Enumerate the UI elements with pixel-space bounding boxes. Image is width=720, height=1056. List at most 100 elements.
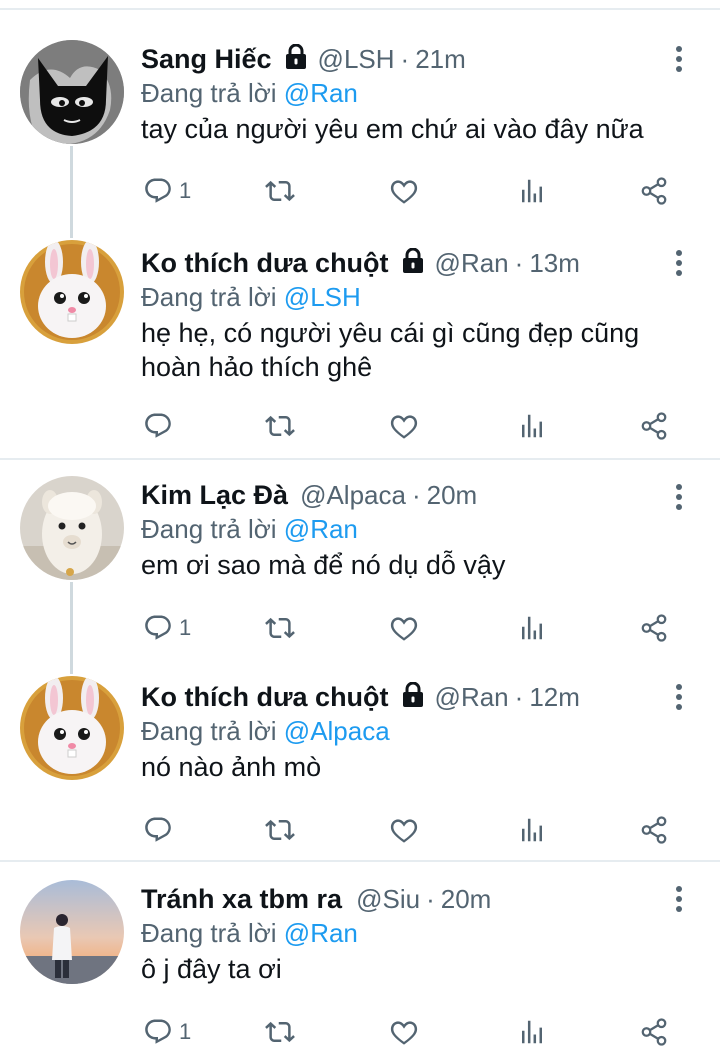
mention-link[interactable]: @Alpaca [284, 716, 390, 746]
tweet[interactable]: Ko thích dưa chuột @Ran · 12m Đang trả l… [0, 668, 720, 860]
retweet-icon [265, 613, 295, 643]
share-button[interactable] [639, 610, 669, 646]
avatar[interactable] [20, 240, 124, 344]
display-name[interactable]: Ko thích dưa chuột [141, 248, 389, 279]
avatar[interactable] [20, 40, 124, 144]
display-name[interactable]: Kim Lạc Đà [141, 480, 288, 511]
lock-icon [401, 682, 425, 708]
like-button[interactable] [389, 173, 419, 209]
share-button[interactable] [639, 173, 669, 209]
mention-link[interactable]: @LSH [284, 282, 361, 312]
tweet-text: em ơi sao mà để nó dụ dỗ vậy [141, 550, 506, 580]
stats-icon [517, 411, 547, 441]
stats-button[interactable] [517, 173, 547, 209]
reply-icon [143, 411, 173, 441]
reply-count: 1 [179, 178, 192, 203]
user-handle[interactable]: @Ran [435, 248, 509, 279]
mention-link[interactable]: @Ran [284, 514, 358, 544]
more-icon[interactable] [674, 684, 684, 714]
timestamp[interactable]: 12m [529, 682, 580, 713]
stats-button[interactable] [517, 1014, 547, 1050]
retweet-button[interactable] [265, 408, 295, 444]
stats-button[interactable] [517, 812, 547, 848]
tweet-content: Sang Hiếc @LSH · 21m Đang trả lời @Ran t… [141, 42, 660, 146]
timestamp[interactable]: 20m [441, 884, 492, 915]
heart-icon [389, 815, 419, 845]
timestamp[interactable]: 21m [415, 44, 466, 75]
like-button[interactable] [389, 610, 419, 646]
tweet-content: Kim Lạc Đà @Alpaca · 20m Đang trả lời @R… [141, 478, 660, 582]
tweet[interactable]: Ko thích dưa chuột @Ran · 13m Đang trả l… [0, 232, 720, 458]
timestamp[interactable]: 20m [427, 480, 478, 511]
tweet-text: hẹ hẹ, có người yêu cái gì cũng đẹp cũng… [141, 318, 640, 382]
display-name[interactable]: Ko thích dưa chuột [141, 682, 389, 713]
tweet[interactable]: Tránh xa tbm ra @Siu · 20m Đang trả lời … [0, 860, 720, 1056]
share-icon [639, 176, 669, 206]
retweet-button[interactable] [265, 173, 295, 209]
avatar[interactable] [20, 880, 124, 984]
tweet-content: Ko thích dưa chuột @Ran · 12m Đang trả l… [141, 680, 660, 784]
replying-to-label: Đang trả lời [141, 918, 277, 948]
display-name[interactable]: Tránh xa tbm ra [141, 884, 342, 915]
user-handle[interactable]: @Siu [356, 884, 420, 915]
avatar[interactable] [20, 476, 124, 580]
timestamp[interactable]: 13m [529, 248, 580, 279]
retweet-button[interactable] [265, 610, 295, 646]
like-button[interactable] [389, 812, 419, 848]
tweet-actions: 1 [141, 1014, 701, 1050]
reply-button[interactable]: 1 [143, 1014, 191, 1050]
tweet-actions [141, 408, 701, 444]
tweet-actions: 1 [141, 173, 701, 209]
like-button[interactable] [389, 1014, 419, 1050]
user-handle[interactable]: @Ran [435, 682, 509, 713]
tweet-text: nó nào ảnh mò [141, 752, 322, 782]
tweet[interactable]: Kim Lạc Đà @Alpaca · 20m Đang trả lời @R… [0, 458, 720, 662]
tweet[interactable]: Sang Hiếc @LSH · 21m Đang trả lời @Ran t… [0, 28, 720, 232]
separator-dot: · [514, 247, 524, 278]
stats-icon [517, 176, 547, 206]
retweet-icon [265, 1017, 295, 1047]
user-handle[interactable]: @Alpaca [300, 480, 406, 511]
tweet-actions [141, 812, 701, 848]
retweet-icon [265, 176, 295, 206]
retweet-button[interactable] [265, 812, 295, 848]
reply-button[interactable] [143, 408, 179, 444]
lock-icon [401, 248, 425, 274]
share-button[interactable] [639, 408, 669, 444]
like-button[interactable] [389, 408, 419, 444]
separator-dot: · [514, 681, 524, 712]
replying-to: Đang trả lời @LSH [141, 280, 660, 314]
replying-to: Đang trả lời @Ran [141, 916, 660, 950]
share-icon [639, 613, 669, 643]
more-icon[interactable] [674, 886, 684, 916]
tweet-header: Kim Lạc Đà @Alpaca · 20m [141, 478, 660, 512]
user-handle[interactable]: @LSH [318, 44, 395, 75]
replying-to: Đang trả lời @Ran [141, 76, 660, 110]
more-icon[interactable] [674, 250, 684, 280]
reply-button[interactable] [143, 812, 179, 848]
mention-link[interactable]: @Ran [284, 78, 358, 108]
mention-link[interactable]: @Ran [284, 918, 358, 948]
replying-to-label: Đang trả lời [141, 282, 277, 312]
share-button[interactable] [639, 812, 669, 848]
avatar[interactable] [20, 676, 124, 780]
heart-icon [389, 613, 419, 643]
share-button[interactable] [639, 1014, 669, 1050]
reply-icon [143, 1017, 173, 1047]
retweet-icon [265, 411, 295, 441]
reply-button[interactable]: 1 [143, 173, 191, 209]
more-icon[interactable] [674, 484, 684, 514]
reply-icon [143, 613, 173, 643]
replying-to: Đang trả lời @Ran [141, 512, 660, 546]
retweet-button[interactable] [265, 1014, 295, 1050]
display-name[interactable]: Sang Hiếc [141, 44, 272, 75]
reply-button[interactable]: 1 [143, 610, 191, 646]
tweet-header: Sang Hiếc @LSH · 21m [141, 42, 660, 76]
tweet-text: ô j đây ta ơi [141, 954, 282, 984]
reply-count: 1 [179, 1019, 192, 1044]
tweet-text: tay của người yêu em chứ ai vào đây nữa [141, 114, 644, 144]
stats-button[interactable] [517, 610, 547, 646]
stats-button[interactable] [517, 408, 547, 444]
heart-icon [389, 411, 419, 441]
more-icon[interactable] [674, 46, 684, 76]
